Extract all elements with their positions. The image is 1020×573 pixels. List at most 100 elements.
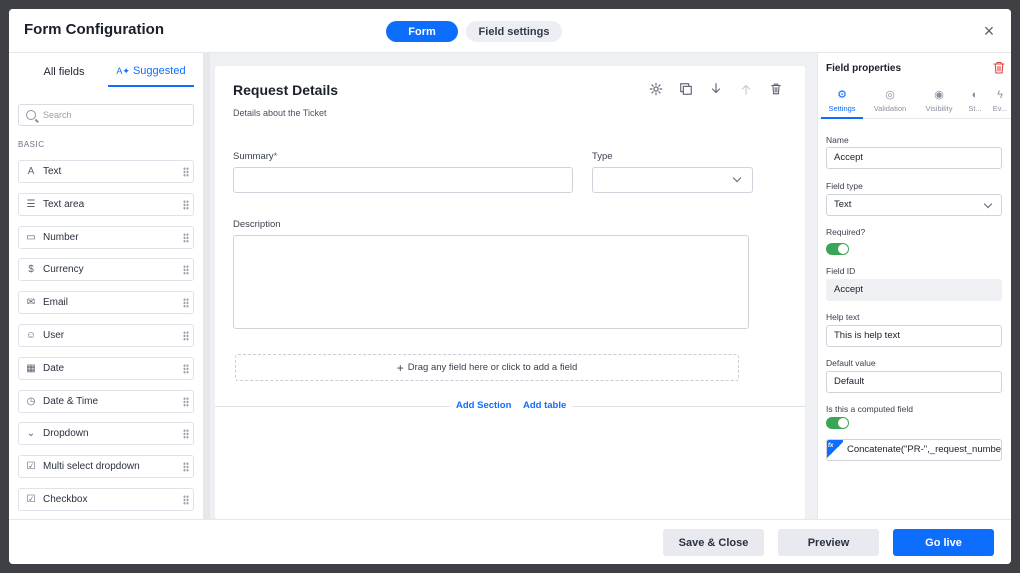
required-toggle[interactable]	[826, 243, 849, 255]
field-item-text-area[interactable]: ☰ Text area	[18, 192, 194, 216]
field-item-number[interactable]: ▭ Number	[18, 225, 194, 249]
palette-icon: ◐	[971, 89, 979, 101]
properties-tabs: ⚙ Settings ◎ Validation ◉ Visibility ◐ St...…	[818, 83, 1011, 119]
drag-handle-icon[interactable]	[183, 199, 189, 210]
section-title: Request Details	[233, 82, 339, 98]
field-type-select[interactable]: Text	[826, 194, 1002, 216]
calendar-icon: ▦	[26, 362, 36, 374]
field-item-currency[interactable]: $ Currency	[18, 258, 194, 282]
date-time-icon: ◷	[26, 395, 36, 407]
field-item-label: Text	[43, 166, 62, 177]
ai-sparkle-icon: A✦	[116, 66, 130, 76]
drag-handle-icon[interactable]	[183, 462, 189, 473]
tab-form[interactable]: Form	[386, 21, 458, 42]
tab-styles[interactable]: ◐ St...	[964, 83, 986, 119]
view-switch: Form Field settings	[386, 21, 562, 42]
field-item-date-time[interactable]: ◷ Date & Time	[18, 389, 194, 413]
field-item-label: Date	[43, 362, 65, 374]
add-table-link[interactable]: Add table	[517, 400, 573, 411]
trash-icon[interactable]	[768, 82, 784, 98]
add-field-dropzone[interactable]: + Drag any field here or click to add a …	[235, 354, 739, 381]
drag-handle-icon[interactable]	[183, 331, 189, 341]
field-properties-panel: Field properties ⚙ Settings ◎ Validation ◉…	[817, 53, 1011, 519]
drag-handle-icon[interactable]	[183, 298, 189, 309]
tab-settings[interactable]: ⚙ Settings	[821, 83, 863, 119]
drag-handle-icon[interactable]	[183, 232, 189, 243]
summary-input[interactable]	[233, 167, 573, 193]
field-item-dropdown[interactable]: ⌄ Dropdown	[18, 422, 194, 446]
drag-handle-icon[interactable]	[183, 396, 189, 407]
field-library-panel: All fields A✦Suggested BASIC A Text ☰ Text …	[9, 53, 203, 519]
checkbox-icon: ☑	[26, 494, 36, 505]
name-label: Name	[826, 135, 849, 145]
field-item-label: User	[43, 330, 65, 341]
drag-handle-icon[interactable]	[183, 167, 189, 177]
move-up-icon[interactable]	[738, 82, 754, 98]
tab-suggested[interactable]: A✦ Suggested	[108, 63, 194, 87]
help-text-label: Help text	[826, 312, 860, 322]
section-subtitle: Details about the Ticket	[233, 108, 327, 118]
drag-handle-icon[interactable]	[183, 495, 189, 505]
tab-validation[interactable]: ◎ Validation	[866, 83, 914, 119]
text-area-icon: ☰	[26, 198, 36, 210]
help-text-input[interactable]: This is help text	[826, 325, 1002, 347]
delete-field-icon[interactable]	[993, 61, 1005, 74]
field-id-label: Field ID	[826, 266, 856, 276]
user-icon: ☺	[25, 330, 37, 341]
name-input[interactable]: Accept	[826, 147, 1002, 169]
field-item-label: Dropdown	[43, 428, 89, 440]
tab-visibility[interactable]: ◉ Visibility	[917, 83, 961, 119]
field-item-checkbox[interactable]: ☑ Checkbox	[18, 488, 194, 511]
move-down-icon[interactable]	[708, 82, 724, 98]
type-label: Type	[592, 151, 613, 162]
email-icon: ✉	[26, 297, 36, 309]
gear-icon[interactable]	[648, 82, 664, 98]
tab-all-fields[interactable]: All fields	[19, 63, 109, 87]
field-item-multi-select-dropdown[interactable]: ☑ Multi select dropdown	[18, 455, 194, 479]
multi-select-icon: ☑	[26, 461, 36, 473]
page-title: Form Configuration	[24, 21, 164, 38]
drag-handle-icon[interactable]	[183, 363, 189, 374]
tab-events[interactable]: ϟ Ev...	[989, 83, 1011, 119]
field-item-label: Checkbox	[43, 494, 88, 505]
chevron-down-icon	[732, 173, 742, 183]
duplicate-icon[interactable]	[678, 82, 694, 98]
field-item-date[interactable]: ▦ Date	[18, 356, 194, 380]
left-panel-scrollbar[interactable]	[203, 53, 210, 519]
summary-label: Summary*	[233, 151, 278, 162]
field-item-label: Text area	[43, 198, 85, 210]
formula-input[interactable]: fx Concatenate("PR-",_request_number)	[826, 439, 1002, 461]
search-input[interactable]	[43, 110, 183, 120]
computed-field-toggle[interactable]	[826, 417, 849, 429]
field-item-user[interactable]: ☺ User	[18, 324, 194, 347]
description-textarea[interactable]	[233, 235, 749, 329]
eye-icon: ◉	[934, 89, 944, 101]
field-library-tabs: All fields A✦ Suggested	[9, 53, 203, 91]
type-select[interactable]	[592, 167, 753, 193]
section-card: Request Details Details about the Ticket…	[215, 66, 805, 519]
field-id-value: Accept	[826, 279, 1002, 301]
form-configuration-modal: Form Configuration Form Field settings ×…	[9, 9, 1011, 564]
number-icon: ▭	[26, 231, 36, 243]
field-item-email[interactable]: ✉ Email	[18, 291, 194, 315]
default-value-input[interactable]: Default	[826, 371, 1002, 393]
field-item-label: Currency	[43, 264, 84, 276]
default-value-label: Default value	[826, 358, 876, 368]
field-item-label: Date & Time	[43, 395, 99, 407]
function-icon: fx	[827, 440, 843, 460]
tab-field-settings[interactable]: Field settings	[466, 21, 562, 42]
add-section-link[interactable]: Add Section	[450, 400, 518, 411]
lightning-icon: ϟ	[997, 89, 1003, 101]
field-properties-title: Field properties	[826, 63, 902, 74]
drag-handle-icon[interactable]	[183, 429, 189, 440]
drag-handle-icon[interactable]	[183, 265, 189, 276]
save-close-button[interactable]: Save & Close	[663, 529, 764, 556]
section-label-basic: BASIC	[18, 140, 45, 149]
go-live-button[interactable]: Go live	[893, 529, 994, 556]
preview-button[interactable]: Preview	[778, 529, 879, 556]
field-type-label: Field type	[826, 181, 863, 191]
modal-header: Form Configuration Form Field settings ×	[9, 9, 1011, 53]
gear-icon: ⚙	[837, 89, 847, 101]
close-icon[interactable]: ×	[979, 21, 999, 41]
field-item-text[interactable]: A Text	[18, 160, 194, 183]
